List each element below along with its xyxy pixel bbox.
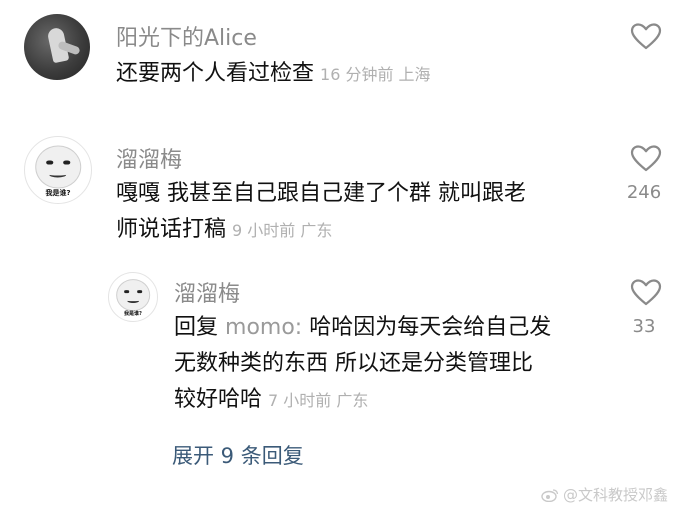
meme-eye [45, 160, 53, 165]
meme-eye [136, 290, 142, 294]
reply-meta: 7 小时前 广东 [268, 391, 369, 410]
reply-text-line: 无数种类的东西 所以还是分类管理比 [174, 351, 533, 376]
avatar[interactable]: 我是谁? [108, 272, 158, 322]
comment-username[interactable]: 阳光下的Alice [116, 20, 257, 52]
reply-text-line: 回复 momo: 哈哈因为每天会给自己发 [174, 310, 551, 346]
avatar[interactable]: 我是谁? [24, 136, 92, 204]
comment-text-line: 师说话打稿 9 小时前 广东 [116, 212, 526, 249]
comment-text: 还要两个人看过检查 16 分钟前 上海 [116, 56, 431, 93]
meme-eye [124, 290, 130, 294]
comment-text-line: 嘎嘎 我甚至自己跟自己建了个群 就叫跟老 [116, 181, 526, 206]
meme-mouth [126, 298, 140, 304]
watermark-text: @文科教授邓鑫 [562, 486, 668, 504]
meme-mouth [49, 171, 67, 178]
meme-eye [63, 160, 71, 165]
like-count: 246 [626, 182, 662, 203]
reply-text-line: 较好哈哈 7 小时前 广东 [174, 382, 551, 419]
expand-replies-link[interactable]: 展开 9 条回复 [172, 440, 304, 470]
avatar-caption: 我是谁? [124, 311, 142, 318]
comment-text-line: 还要两个人看过检查 [116, 61, 315, 86]
comment-meta: 16 分钟前 上海 [320, 65, 431, 84]
reply-prefix: 回复 [174, 315, 219, 340]
comment-meta: 9 小时前 广东 [232, 221, 333, 240]
comment-text-line-content: 师说话打稿 [116, 217, 227, 242]
comment-username[interactable]: 溜溜梅 [116, 142, 182, 174]
avatar[interactable] [24, 14, 90, 80]
reply-text: 回复 momo: 哈哈因为每天会给自己发 无数种类的东西 所以还是分类管理比 较… [174, 310, 551, 419]
reply-username[interactable]: 溜溜梅 [174, 276, 240, 308]
watermark: @文科教授邓鑫 [541, 484, 668, 505]
comment-text: 嘎嘎 我甚至自己跟自己建了个群 就叫跟老 师说话打稿 9 小时前 广东 [116, 176, 526, 249]
like-heart-icon[interactable] [630, 22, 662, 50]
reply-target-user[interactable]: momo: [225, 315, 302, 340]
like-heart-icon[interactable] [630, 278, 662, 306]
reply-text-line-content: 哈哈因为每天会给自己发 [302, 315, 552, 340]
weibo-icon [541, 488, 559, 502]
like-count: 33 [632, 316, 656, 337]
reply-text-line-content: 较好哈哈 [174, 387, 263, 412]
meme-face-icon [116, 279, 150, 311]
meme-face-icon [35, 145, 81, 189]
like-heart-icon[interactable] [630, 144, 662, 172]
avatar-caption: 我是谁? [45, 188, 71, 197]
